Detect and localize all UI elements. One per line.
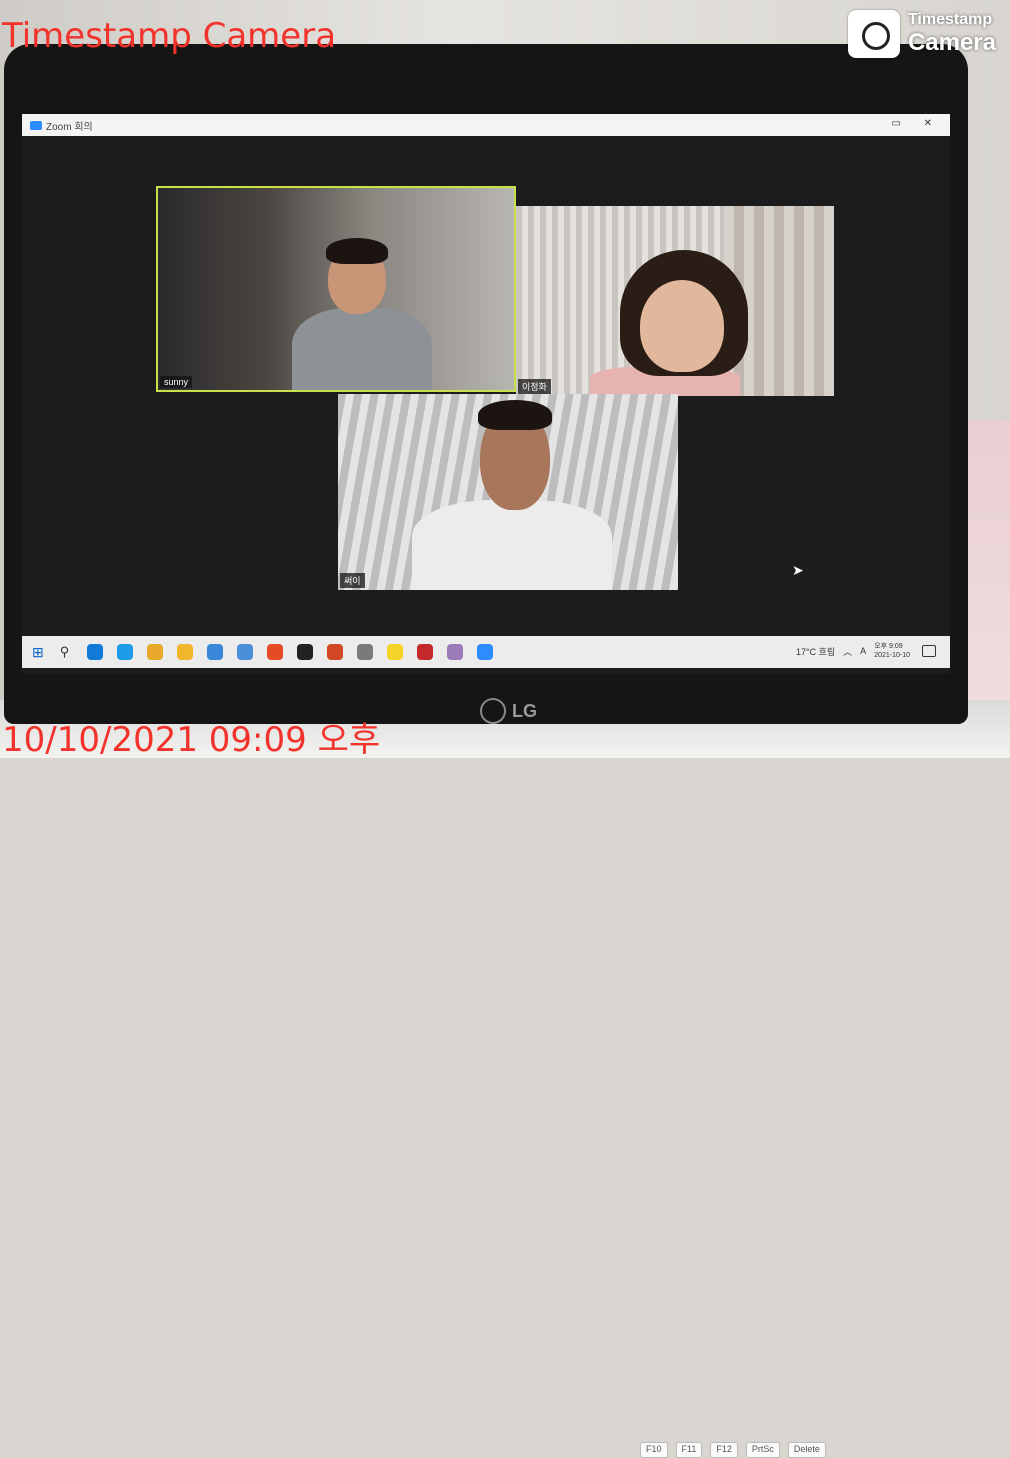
taskbar-app-icon[interactable] <box>177 644 194 660</box>
key-prtsc: PrtSc <box>745 1442 780 1458</box>
key-f11: F11 <box>675 1442 703 1458</box>
clock-time: 오후 9:09 <box>874 643 903 650</box>
laptop-lid: Zoom 회의 ▭ ✕ sunny 이정화 써이 ➤ ⊞ ⚲ 17°C 흐림 ︿… <box>4 44 968 724</box>
taskbar-app-icon[interactable] <box>87 644 104 660</box>
system-clock[interactable]: 오후 9:09 2021-10-10 <box>874 642 910 660</box>
watermark-badge-line2: Camera <box>907 29 996 56</box>
clock-date: 2021-10-10 <box>874 652 910 659</box>
window-controls[interactable]: ▭ ✕ <box>891 118 942 129</box>
taskbar-app-icon[interactable] <box>327 644 344 660</box>
taskbar-app-icon[interactable] <box>207 644 224 660</box>
lg-logo: LG <box>480 698 537 724</box>
search-icon[interactable]: ⚲ <box>60 644 70 660</box>
windows-taskbar: ⊞ ⚲ 17°C 흐림 ︿ A 오후 9:09 2021-10-10 <box>22 636 950 668</box>
zoom-logo-icon <box>30 120 42 130</box>
video-tile-participant-2[interactable]: 이정화 <box>516 206 834 396</box>
brand-text: LG <box>512 700 537 721</box>
key-delete: Delete <box>787 1442 826 1458</box>
chevron-up-icon[interactable]: ︿ <box>843 645 852 658</box>
participant-name-tag: 이정화 <box>518 379 551 394</box>
windows-start-icon[interactable]: ⊞ <box>32 644 44 661</box>
taskbar-app-icon[interactable] <box>267 644 284 660</box>
watermark-timestamp: 10/10/2021 09:09 오후 <box>2 720 381 760</box>
taskbar-app-icon[interactable] <box>387 644 404 660</box>
taskbar-app-icon[interactable] <box>477 644 494 660</box>
taskbar-app-icon[interactable] <box>297 644 314 660</box>
camera-icon <box>847 10 900 58</box>
pinned-apps <box>87 644 494 660</box>
keyboard-row: F10 F11 F12 PrtSc Delete <box>640 1442 980 1458</box>
key-f10: F10 <box>640 1442 668 1458</box>
taskbar-app-icon[interactable] <box>357 644 374 660</box>
watermark-app-name: Timestamp Camera <box>2 16 337 56</box>
laptop-screen: Zoom 회의 ▭ ✕ sunny 이정화 써이 ➤ ⊞ ⚲ 17°C 흐림 ︿… <box>22 114 950 674</box>
video-tile-sunny[interactable]: sunny <box>156 186 516 392</box>
watermark-badge: Timestamp Camera <box>847 10 996 58</box>
taskbar-app-icon[interactable] <box>117 644 134 660</box>
watermark-badge-text: Timestamp Camera <box>908 11 996 57</box>
system-tray: 17°C 흐림 ︿ A 오후 9:09 2021-10-10 <box>796 642 910 660</box>
participant-name-tag: 써이 <box>340 573 365 588</box>
weather-widget[interactable]: 17°C 흐림 <box>796 645 835 658</box>
zoom-title-bar[interactable]: Zoom 회의 ▭ ✕ <box>22 114 950 136</box>
notification-icon[interactable] <box>922 645 936 657</box>
ime-indicator[interactable]: A <box>860 646 866 656</box>
taskbar-app-icon[interactable] <box>447 644 464 660</box>
lg-emblem-icon <box>480 698 506 724</box>
taskbar-app-icon[interactable] <box>417 644 434 660</box>
mouse-cursor: ➤ <box>792 562 804 578</box>
taskbar-app-icon[interactable] <box>147 644 164 660</box>
taskbar-app-icon[interactable] <box>237 644 254 660</box>
window-title: Zoom 회의 <box>46 121 93 133</box>
participant-name-tag: sunny <box>160 376 193 388</box>
key-f12: F12 <box>710 1442 738 1458</box>
watermark-badge-line1: Timestamp <box>907 11 993 28</box>
video-tile-participant-3[interactable]: 써이 <box>338 394 678 590</box>
